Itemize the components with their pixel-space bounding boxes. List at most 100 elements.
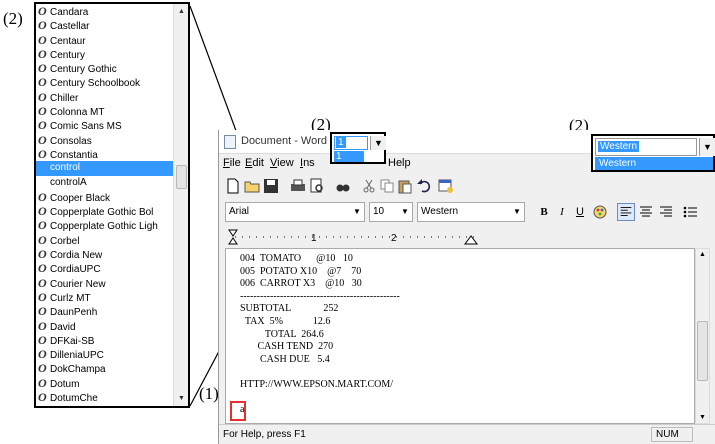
save-icon[interactable] — [263, 178, 279, 194]
size-zoom-option[interactable]: 1 — [334, 151, 364, 162]
font-type-icon: O — [38, 289, 47, 304]
menu-edit[interactable]: Edit — [245, 157, 264, 169]
document-line: CASH DUE 5.4 — [240, 353, 330, 365]
script-combo[interactable]: Western ▼ — [417, 202, 525, 222]
scroll-thumb[interactable] — [176, 165, 187, 190]
chevron-down-icon[interactable]: ▼ — [699, 138, 715, 156]
insert-datetime-icon[interactable] — [438, 178, 454, 194]
print-icon[interactable] — [290, 178, 306, 194]
chevron-down-icon[interactable]: ▼ — [398, 203, 412, 221]
align-center-icon[interactable] — [637, 203, 655, 221]
chevron-down-icon[interactable]: ▼ — [350, 203, 364, 221]
underline-button[interactable]: U — [571, 203, 589, 221]
color-icon[interactable] — [591, 203, 609, 221]
font-list-item[interactable]: O Copperplate Gothic Ligh — [36, 218, 175, 232]
font-type-icon: O — [38, 218, 47, 233]
font-list-item[interactable]: O Comic Sans MS — [36, 118, 175, 132]
charset-zoom-field[interactable]: Western — [595, 138, 697, 156]
font-list-item[interactable]: O Copperplate Gothic Bol — [36, 204, 175, 218]
charset-zoom-option[interactable]: Western — [595, 157, 713, 170]
chevron-down-icon[interactable]: ▼ — [510, 203, 524, 221]
cut-icon[interactable] — [361, 178, 377, 194]
font-list-item[interactable]: O Constantia — [36, 147, 175, 161]
font-list-item[interactable]: O David — [36, 319, 175, 333]
font-list-item[interactable]: controlA — [36, 176, 175, 190]
menu-ins[interactable]: Ins — [300, 157, 315, 169]
font-type-icon: O — [38, 304, 47, 319]
size-zoom-field[interactable]: 1 — [334, 136, 368, 150]
menu-view[interactable]: View — [270, 157, 294, 169]
new-icon[interactable] — [225, 178, 241, 194]
font-size-value: 10 — [373, 206, 385, 217]
font-list-item[interactable]: O Curlz MT — [36, 290, 175, 304]
font-list-item[interactable]: O Colonna MT — [36, 104, 175, 118]
font-name-label: Chiller — [50, 92, 79, 104]
bullets-icon[interactable] — [681, 203, 699, 221]
italic-button[interactable]: I — [553, 203, 571, 221]
font-list-item[interactable]: O Castellar — [36, 18, 175, 32]
font-list-item[interactable]: O Chiller — [36, 90, 175, 104]
callout-font-list: (2) — [3, 9, 23, 28]
menu-file[interactable]: File — [223, 157, 241, 169]
font-list-item[interactable]: O Century Schoolbook — [36, 75, 175, 89]
scroll-up-icon[interactable]: ▲ — [174, 4, 188, 19]
font-list[interactable]: O Candara O Castellar O Centaur O Century O Centu… — [36, 4, 175, 406]
font-list-item[interactable]: control — [36, 161, 175, 176]
script-value: Western — [421, 206, 459, 217]
window-title: Document - Word — [241, 135, 327, 147]
undo-icon[interactable] — [416, 178, 432, 194]
paste-icon[interactable] — [397, 178, 413, 194]
document-line: CASH TEND 270 — [240, 341, 334, 353]
menu-help[interactable]: Help — [388, 157, 411, 169]
font-type-icon: O — [38, 232, 47, 247]
scroll-down-icon[interactable]: ▼ — [696, 414, 709, 421]
font-name-label: Comic Sans MS — [50, 121, 122, 133]
font-name-label: Copperplate Gothic Ligh — [50, 221, 158, 233]
scroll-down-icon[interactable]: ▼ — [174, 391, 188, 406]
font-name-combo[interactable]: Arial ▼ — [225, 202, 365, 222]
font-list-item[interactable]: O DotumChe — [36, 390, 175, 404]
font-list-item[interactable]: O DokChampa — [36, 361, 175, 375]
font-name-label: Centaur — [50, 35, 86, 47]
callout-cursor: (1) — [199, 384, 219, 403]
align-right-icon[interactable] — [657, 203, 675, 221]
document-line: TOTAL 264.6 — [240, 328, 324, 340]
font-size-combo[interactable]: 10 ▼ — [369, 202, 413, 222]
font-list-item[interactable]: O Centaur — [36, 33, 175, 47]
font-list-item[interactable]: O Candara — [36, 4, 175, 18]
font-name-label: CordiaUPC — [50, 264, 101, 276]
scroll-up-icon[interactable]: ▲ — [696, 251, 709, 258]
font-name-label: DaunPenh — [50, 307, 98, 319]
font-list-item[interactable]: O Consolas — [36, 133, 175, 147]
align-left-icon[interactable] — [617, 203, 635, 221]
find-icon[interactable] — [335, 178, 351, 194]
font-list-item[interactable]: OEdwardian Script ITC — [36, 404, 175, 406]
font-name-label: Curlz MT — [50, 292, 91, 304]
font-list-item[interactable]: O Century Gothic — [36, 61, 175, 75]
bold-button[interactable]: B — [535, 203, 553, 221]
ruler[interactable]: 1 2 — [225, 228, 705, 246]
font-list-item[interactable]: O DilleniaUPC — [36, 347, 175, 361]
document-area[interactable]: 004 TOMATO @10 10 005 POTATO X10 @7 70 006… — [225, 248, 695, 424]
font-name-label: DotumChe — [50, 393, 98, 405]
copy-icon[interactable] — [379, 178, 395, 194]
font-list-scrollbar[interactable]: ▲ ▼ — [173, 4, 188, 406]
font-type-icon: O — [38, 375, 47, 390]
scroll-thumb[interactable] — [697, 321, 708, 381]
font-list-item[interactable]: O CordiaUPC — [36, 261, 175, 275]
font-list-item[interactable]: O Corbel — [36, 233, 175, 247]
font-list-item[interactable]: O DFKai-SB — [36, 333, 175, 347]
font-list-item[interactable]: O Dotum — [36, 376, 175, 390]
font-list-item[interactable]: O DaunPenh — [36, 304, 175, 318]
font-list-item[interactable]: O Courier New — [36, 276, 175, 290]
font-name-value: Arial — [229, 206, 250, 217]
document-line: TAX 5% 12.6 — [240, 316, 331, 327]
print-preview-icon[interactable] — [309, 178, 325, 194]
document-scrollbar[interactable]: ▲ ▼ — [695, 248, 710, 424]
chevron-down-icon[interactable]: ▼ — [370, 136, 386, 150]
font-list-item[interactable]: O Cooper Black — [36, 190, 175, 204]
font-list-item[interactable]: O Century — [36, 47, 175, 61]
font-list-item[interactable]: O Cordia New — [36, 247, 175, 261]
open-icon[interactable] — [244, 178, 260, 194]
document-line: HTTP://WWW.EPSON.MART.COM/ — [240, 379, 394, 390]
